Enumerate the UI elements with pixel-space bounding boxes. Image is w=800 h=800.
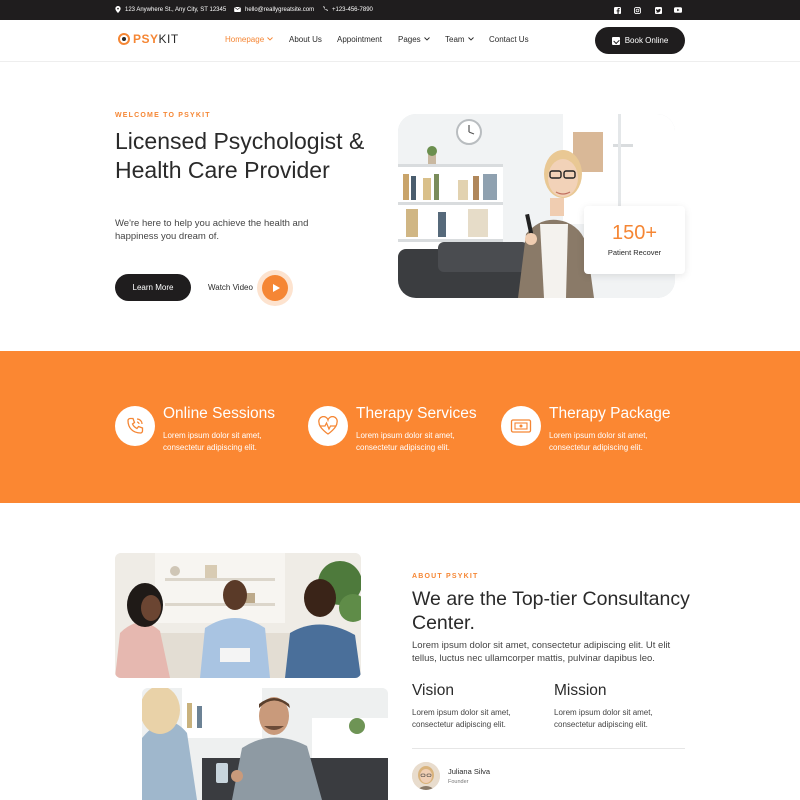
email-item[interactable]: hello@reallygreatsite.com <box>233 0 314 20</box>
chevron-down-icon <box>423 36 430 43</box>
book-online-label: Book Online <box>624 36 669 45</box>
about-eyebrow: ABOUT PSYKIT <box>412 573 479 580</box>
stat-label: Patient Recover <box>607 248 662 257</box>
facebook-icon[interactable] <box>612 5 622 15</box>
feature-therapy-services[interactable]: Therapy Services Lorem ipsum dolor sit a… <box>308 405 498 465</box>
site-logo[interactable]: PSY KIT <box>118 32 179 46</box>
founder-role: Founder <box>448 779 469 785</box>
phone-icon <box>322 6 328 14</box>
calendar-check-icon <box>611 36 620 45</box>
feature-description: Lorem ipsum dolor sit amet, consectetur … <box>163 431 262 452</box>
nav-link-appointment[interactable]: Appointment <box>337 35 382 44</box>
mission-title: Mission <box>554 682 607 699</box>
nav-link-label: Pages <box>398 35 421 44</box>
patient-recover-stat-card: 150+ Patient Recover <box>584 206 685 274</box>
address-item: 123 Anywhere St., Any City, ST 12345 <box>115 0 226 20</box>
nav-link-pages[interactable]: Pages <box>398 35 430 44</box>
envelope-icon <box>233 6 242 14</box>
play-icon <box>262 275 288 301</box>
chevron-down-icon <box>467 36 474 43</box>
location-pin-icon <box>115 5 121 15</box>
feature-title: Therapy Services <box>356 405 477 422</box>
phone-text[interactable]: +123-456-7890 <box>332 7 373 13</box>
package-icon <box>501 406 541 446</box>
stat-number: 150+ <box>611 222 658 244</box>
nav-link-label: Appointment <box>337 35 382 44</box>
nav-link-label: Contact Us <box>489 35 529 44</box>
play-video-button[interactable] <box>257 270 293 306</box>
feature-description: Lorem ipsum dolor sit amet, consectetur … <box>549 431 648 452</box>
twitter-icon[interactable] <box>653 5 663 15</box>
logo-mark-icon <box>118 33 130 45</box>
vision-title: Vision <box>412 682 454 699</box>
logo-text-psy: PSY <box>133 32 159 46</box>
about-image-group-session <box>115 553 361 678</box>
watch-video-label[interactable]: Watch Video <box>208 283 253 292</box>
top-info-bar: 123 Anywhere St., Any City, ST 12345 hel… <box>0 0 800 20</box>
logo-text-kit: KIT <box>158 32 179 46</box>
founder-name: Juliana Silva <box>448 767 491 776</box>
address-text: 123 Anywhere St., Any City, ST 12345 <box>125 7 227 13</box>
chevron-down-icon <box>267 36 273 43</box>
phone-item[interactable]: +123-456-7890 <box>322 0 373 20</box>
feature-online-sessions[interactable]: Online Sessions Lorem ipsum dolor sit am… <box>115 405 305 465</box>
learn-more-button[interactable]: Learn More <box>115 274 191 301</box>
feature-title: Therapy Package <box>549 405 671 422</box>
hero-title: Licensed Psychologist & Health Care Prov… <box>115 128 365 183</box>
nav-link-label: Team <box>445 35 465 44</box>
book-online-button[interactable]: Book Online <box>595 27 685 54</box>
nav-link-label: About Us <box>289 35 322 44</box>
nav-link-label: Homepage <box>225 35 265 44</box>
hero-eyebrow: WELCOME TO PSYKIT <box>115 112 211 119</box>
instagram-icon[interactable] <box>632 5 642 15</box>
feature-description: Lorem ipsum dolor sit amet, consectetur … <box>356 431 455 452</box>
nav-link-about[interactable]: About Us <box>289 35 322 44</box>
mission-text: Lorem ipsum dolor sit amet, consectetur … <box>554 708 653 729</box>
hero-subtitle: We're here to help you achieve the healt… <box>115 218 309 242</box>
about-title: We are the Top-tier Consultancy Center. <box>412 588 690 634</box>
vision-text: Lorem ipsum dolor sit amet, consectetur … <box>412 708 511 729</box>
about-text: Lorem ipsum dolor sit amet, consectetur … <box>412 640 671 664</box>
heart-pulse-icon <box>308 406 348 446</box>
divider <box>412 748 685 749</box>
email-text[interactable]: hello@reallygreatsite.com <box>245 7 314 13</box>
feature-title: Online Sessions <box>163 405 276 422</box>
nav-link-team[interactable]: Team <box>445 35 474 44</box>
founder-avatar <box>412 762 440 790</box>
feature-therapy-package[interactable]: Therapy Package Lorem ipsum dolor sit am… <box>501 405 691 465</box>
phone-icon <box>115 406 155 446</box>
nav-link-homepage[interactable]: Homepage <box>225 35 273 44</box>
youtube-icon[interactable] <box>673 5 683 15</box>
about-image-counseling <box>142 688 388 800</box>
nav-link-contact[interactable]: Contact Us <box>489 35 529 44</box>
